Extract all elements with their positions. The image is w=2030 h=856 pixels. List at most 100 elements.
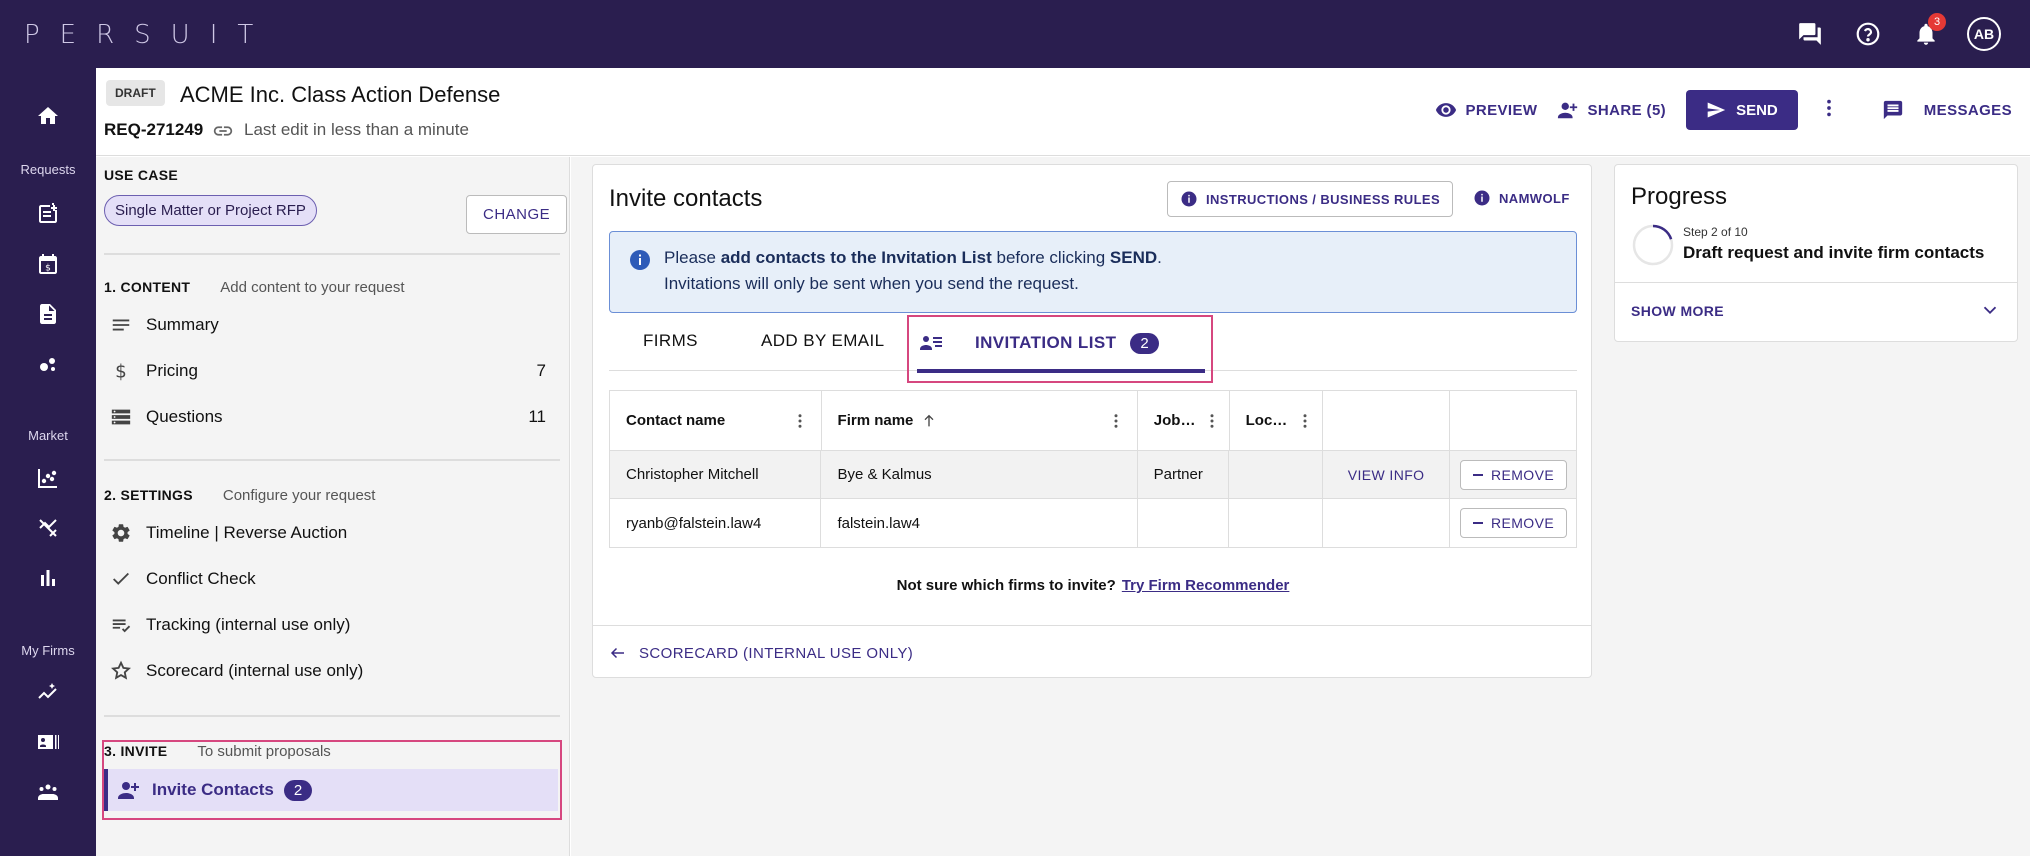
firm-recommender-link[interactable]: Try Firm Recommender [1122,577,1290,594]
arrow-left-icon [610,647,624,659]
table-row[interactable]: Christopher Mitchell Bye & Kalmus Partne… [610,451,1576,499]
tab-invitation-list-highlight: INVITATION LIST 2 [907,315,1213,383]
column-header-contact[interactable]: Contact name [610,391,822,450]
section-item-pricing[interactable]: $ Pricing 7 [106,351,546,391]
link-icon[interactable] [212,120,234,142]
table-row[interactable]: ryanb@falstein.law4 falstein.law4 REMOVE [610,499,1576,547]
svg-text:$: $ [45,264,51,274]
progress-title: Progress [1631,183,1728,210]
invite-count-badge: 2 [283,779,313,801]
remove-button[interactable]: REMOVE [1459,508,1568,538]
groups-icon[interactable] [0,772,96,812]
banner-line-1: Please add contacts to the Invitation Li… [664,248,1162,267]
home-icon[interactable] [0,96,96,136]
section-item-tracking[interactable]: Tracking (internal use only) [106,605,546,645]
progress-step: Step 2 of 10 [1683,225,1748,239]
message-icon [1883,100,1902,120]
request-id: REQ-271249 [104,120,204,139]
column-header-job[interactable]: Job… [1138,391,1230,450]
view-info-link[interactable]: VIEW INFO [1348,467,1425,483]
chat-icon[interactable] [1792,16,1828,52]
remove-cell: REMOVE [1450,451,1576,498]
section-item-label: Scorecard (internal use only) [146,661,364,680]
info-icon [1474,190,1490,206]
section-item-questions[interactable]: Questions 11 [106,397,546,437]
column-menu-icon[interactable] [791,412,809,430]
column-header-location[interactable]: Loc… [1230,391,1324,450]
request-title: ACME Inc. Class Action Defense [180,82,501,107]
preview-button[interactable]: PREVIEW [1435,99,1537,121]
view-info-cell: VIEW INFO [1323,451,1450,498]
firm-name-cell: falstein.law4 [821,499,1138,547]
tab-add-by-email[interactable]: ADD BY EMAIL [761,331,885,351]
workflow-icon[interactable] [0,344,96,384]
divider [104,715,560,717]
column-menu-icon[interactable] [1203,412,1221,430]
section-item-invite-contacts[interactable]: Invite Contacts 2 [104,769,558,811]
questions-count: 11 [528,407,546,426]
contact-card-icon[interactable] [0,722,96,762]
new-request-icon[interactable] [0,194,96,234]
bar-chart-icon[interactable] [0,558,96,598]
left-nav: Requests $ Market My Firms [0,68,96,856]
sort-ascending-icon[interactable] [921,413,937,429]
invite-section-heading: 3. INVITE To submit proposals [104,743,331,760]
avatar: AB [1967,17,2001,51]
instructions-button[interactable]: INSTRUCTIONS / BUSINESS RULES [1167,181,1454,217]
tab-invitation-list[interactable]: INVITATION LIST 2 [919,331,1160,355]
send-button[interactable]: SEND [1686,90,1798,130]
banner-line-2: Invitations will only be sent when you s… [664,274,1079,293]
column-menu-icon[interactable] [1107,412,1125,430]
divider [1615,282,2017,283]
invite-contacts-card: Invite contacts INSTRUCTIONS / BUSINESS … [592,164,1592,678]
gear-icon [106,521,136,545]
change-use-case-button[interactable]: CHANGE [466,195,568,234]
contact-name-cell: Christopher Mitchell [610,451,822,498]
dollar-icon: $ [106,359,136,383]
remove-button[interactable]: REMOVE [1459,459,1568,490]
star-outline-icon [106,659,136,683]
contact-list-icon [920,336,942,350]
back-to-scorecard-link[interactable]: SCORECARD (INTERNAL USE ONLY) [609,644,913,662]
eye-icon [1436,103,1457,117]
table-header-row: Contact name Firm name Job… Loc… [610,391,1576,451]
user-menu[interactable]: AB [1966,16,2002,52]
column-header-actions [1450,391,1576,450]
top-bar: PERSUIT 3 AB [0,0,2030,68]
messages-button[interactable]: MESSAGES [1882,99,2012,121]
section-item-conflict-check[interactable]: Conflict Check [106,559,546,599]
scatter-chart-icon[interactable] [0,458,96,498]
document-icon[interactable] [0,294,96,334]
location-cell [1229,451,1324,498]
section-item-summary[interactable]: Summary [106,305,546,345]
insights-icon[interactable] [0,672,96,712]
share-button[interactable]: SHARE (5) [1557,99,1666,121]
remove-cell: REMOVE [1450,499,1576,547]
notifications-icon[interactable]: 3 [1908,13,1946,52]
more-options-icon[interactable] [1818,97,1840,124]
column-menu-icon[interactable] [1296,412,1314,430]
tab-label: INVITATION LIST [975,333,1117,352]
section-item-label: Pricing [146,361,198,380]
info-icon [630,250,650,270]
namwolf-button[interactable]: NAMWOLF [1473,189,1570,207]
section-item-label: Conflict Check [146,569,256,588]
tab-firms[interactable]: FIRMS [643,331,698,351]
section-item-scorecard[interactable]: Scorecard (internal use only) [106,651,546,691]
contact-name-cell: ryanb@falstein.law4 [610,499,822,547]
help-icon[interactable] [1850,16,1886,52]
column-header-firm[interactable]: Firm name [822,391,1138,450]
minus-icon [1472,473,1483,476]
divider [104,459,560,461]
show-more-button[interactable]: SHOW MORE [1631,303,1724,319]
section-item-timeline[interactable]: Timeline | Reverse Auction [106,513,546,553]
page-title: Invite contacts [609,185,763,212]
header-actions: PREVIEW SHARE (5) SEND MESSAGES [1435,90,2012,130]
billing-calendar-icon[interactable]: $ [0,244,96,284]
nav-section-my-firms: My Firms [21,643,75,658]
preview-label: PREVIEW [1465,101,1538,119]
minus-icon [1472,522,1483,524]
persuit-logo[interactable]: PERSUIT [24,20,273,50]
analytics-tools-icon[interactable] [0,508,96,548]
chevron-down-icon[interactable] [1979,299,2001,321]
